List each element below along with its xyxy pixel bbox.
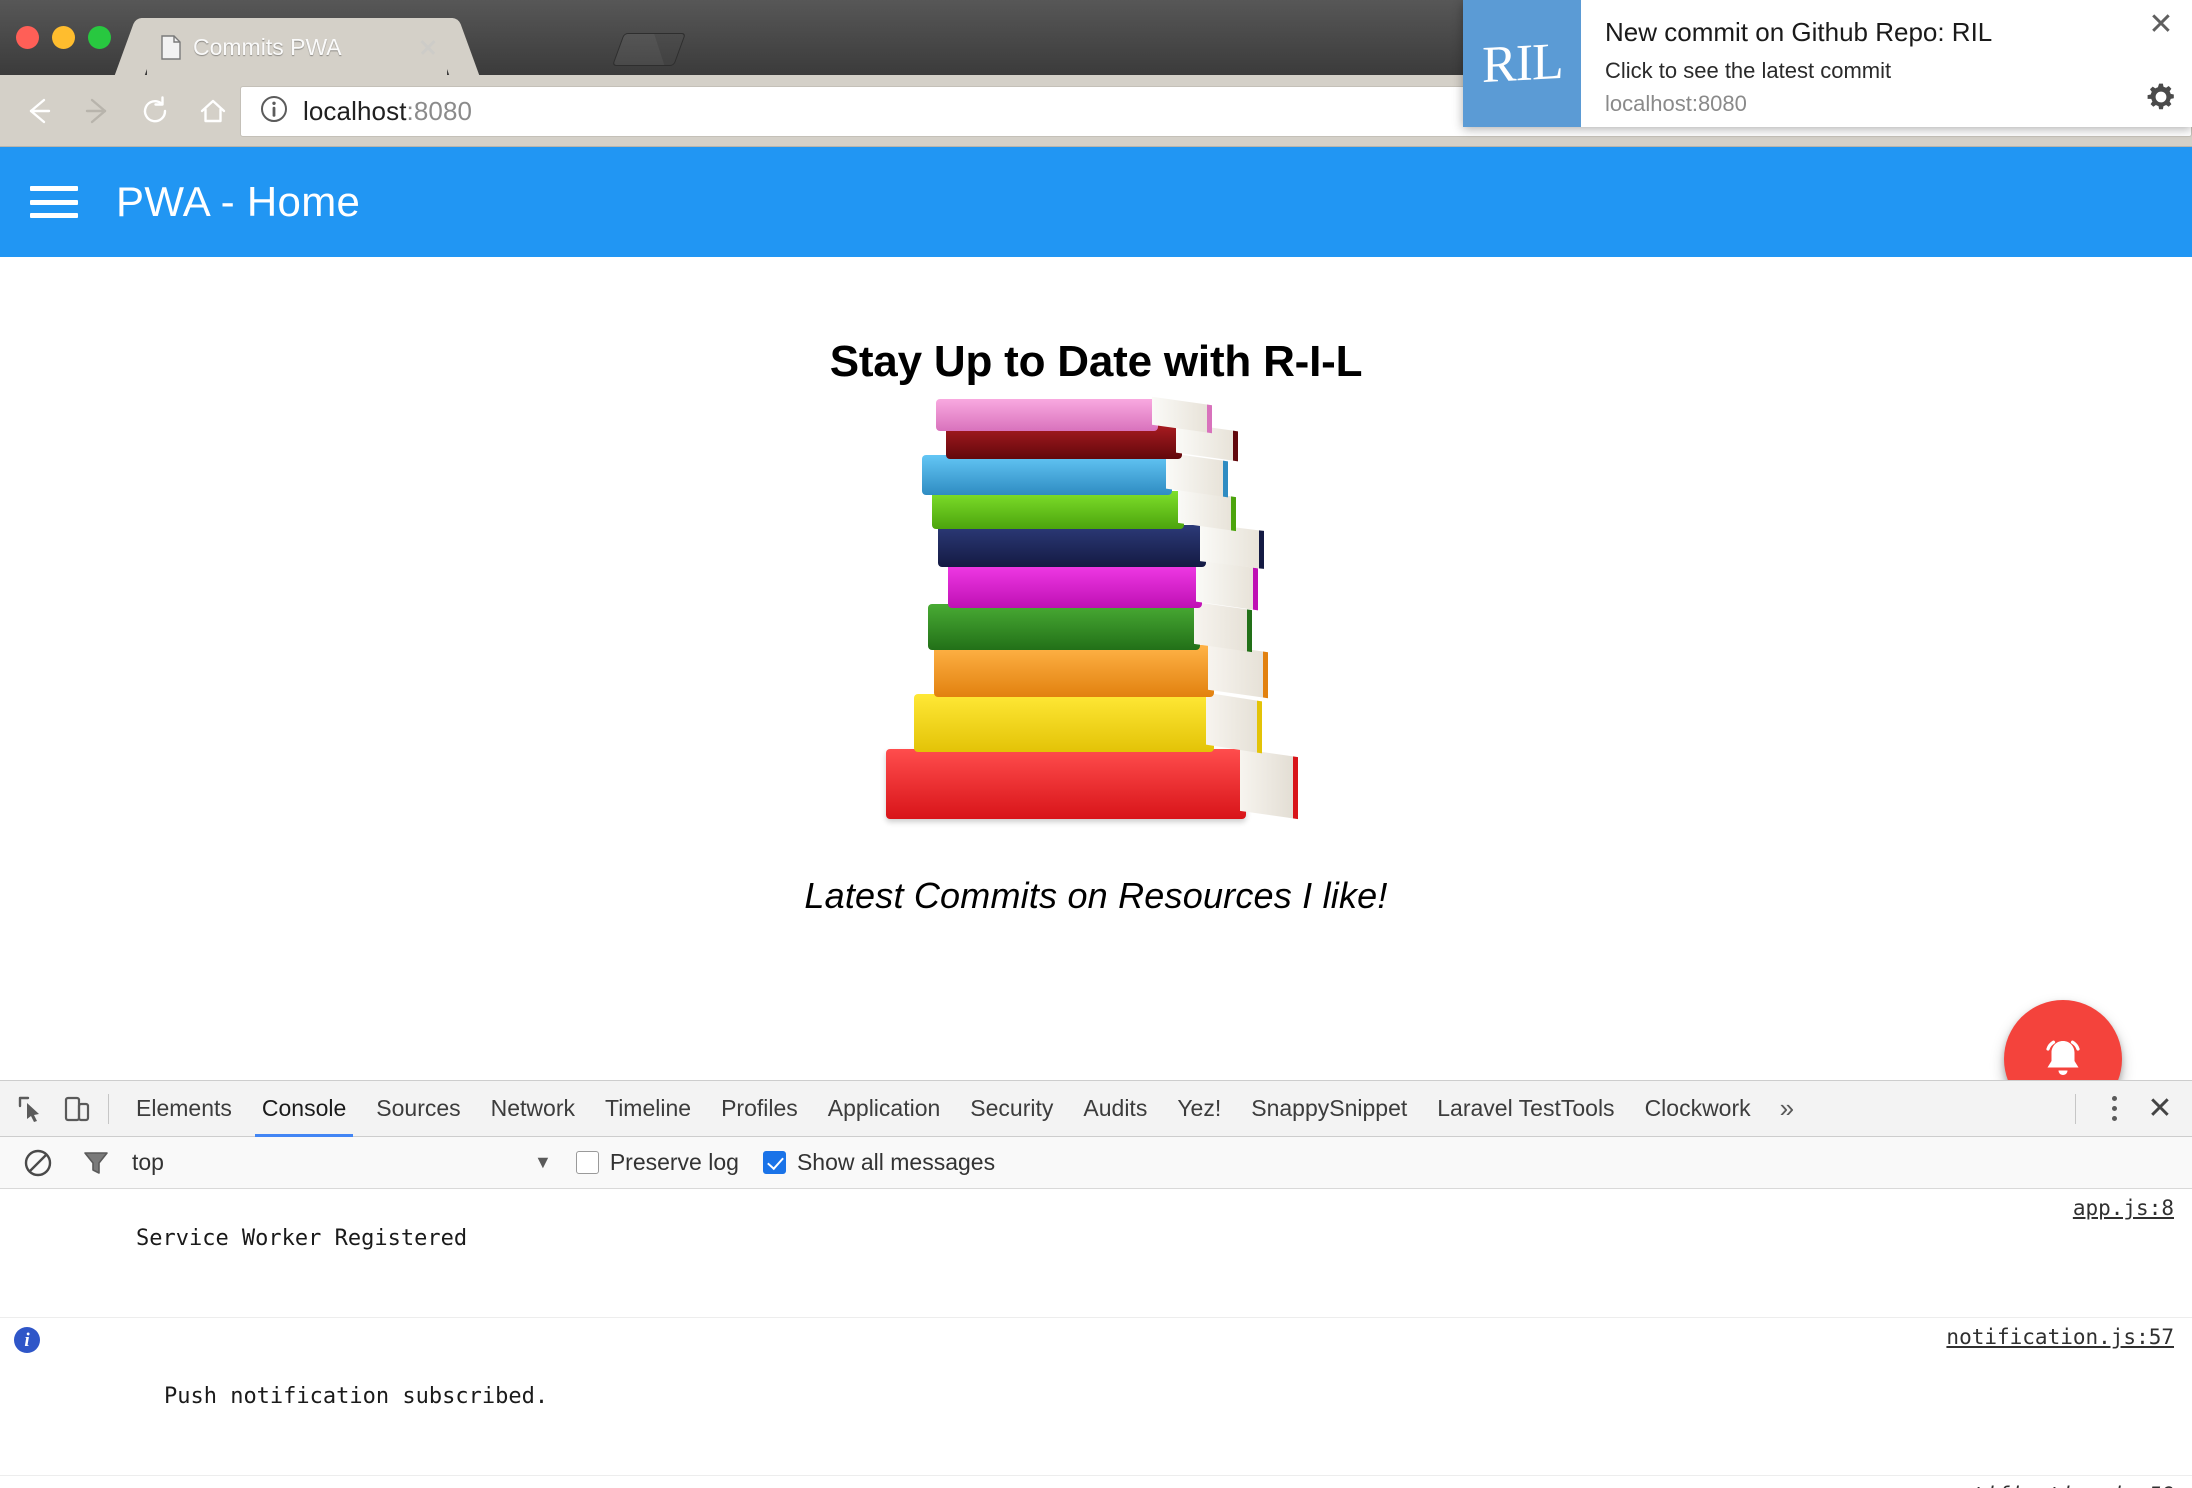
notification-app-icon: RIL [1463, 0, 1581, 127]
reload-icon[interactable] [126, 82, 184, 140]
book-yellow [914, 692, 1262, 754]
preserve-log-checkbox[interactable]: Preserve log [575, 1149, 739, 1176]
clear-console-icon[interactable] [16, 1141, 60, 1185]
page-viewport: PWA - Home Stay Up to Date with R-I-L La… [0, 147, 2192, 1080]
chevron-down-icon[interactable]: ▼ [534, 1152, 552, 1173]
console-context-selector[interactable]: top [132, 1149, 164, 1176]
console-row-push-subscribed: i Push notification subscribed. notifica… [0, 1318, 2192, 1477]
tab-application[interactable]: Application [813, 1081, 956, 1137]
book-lightblue [922, 452, 1228, 498]
hero-heading: Stay Up to Date with R-I-L [829, 337, 1363, 386]
notification-body: New commit on Github Repo: RIL Click to … [1581, 0, 2192, 127]
console-row-service-worker: Service Worker Registered app.js:8 [0, 1189, 2192, 1319]
system-notification-toast[interactable]: RIL New commit on Github Repo: RIL Click… [1463, 0, 2192, 127]
console-filter-bar: top ▼ Preserve log Show all messages [0, 1137, 2192, 1189]
filter-funnel-icon[interactable] [74, 1141, 118, 1185]
ril-logo-text: RIL [1481, 32, 1563, 95]
devtools-tabbar-actions: ✕ [2061, 1087, 2182, 1131]
devtools-tab-list: Elements Console Sources Network Timelin… [121, 1081, 1808, 1137]
book-lightgreen [932, 488, 1236, 532]
devtools-tabbar: Elements Console Sources Network Timelin… [0, 1081, 2192, 1137]
close-icon[interactable]: ✕ [2144, 8, 2178, 42]
console-row-push-subscription-object[interactable]: PushSubscription {endpoint: "https://and… [0, 1476, 2192, 1488]
tab-console[interactable]: Console [247, 1081, 361, 1137]
tab-elements[interactable]: Elements [121, 1081, 247, 1137]
tab-audits[interactable]: Audits [1068, 1081, 1162, 1137]
book-navy [938, 523, 1264, 569]
new-tab-icon[interactable] [611, 33, 687, 66]
tab-clockwork[interactable]: Clockwork [1630, 1081, 1766, 1137]
stack-of-books-image [0, 396, 2192, 859]
book-orange [934, 643, 1268, 699]
maximize-window-button[interactable] [88, 26, 111, 49]
actions-divider [2075, 1093, 2076, 1124]
notification-title: New commit on Github Repo: RIL [1605, 17, 1993, 47]
close-window-button[interactable] [16, 26, 39, 49]
more-tabs-button[interactable]: » [1766, 1093, 1808, 1124]
app-header: PWA - Home [0, 147, 2192, 257]
info-badge-icon: i [14, 1327, 40, 1354]
devtools-panel: Elements Console Sources Network Timelin… [0, 1080, 2192, 1488]
screen-root: Commits PWA localhost:8080 PWA - Home St… [0, 0, 2192, 1488]
preserve-log-box [575, 1151, 599, 1174]
minimize-window-button[interactable] [52, 26, 75, 49]
preserve-log-label: Preserve log [609, 1149, 739, 1175]
tab-timeline[interactable]: Timeline [590, 1081, 706, 1137]
hero-subtitle: Latest Commits on Resources I like! [804, 875, 1388, 916]
close-icon[interactable] [415, 34, 441, 60]
notification-fab-button[interactable] [2004, 1000, 2122, 1080]
notification-origin: localhost:8080 [1605, 91, 1747, 116]
more-options-icon[interactable] [2094, 1089, 2134, 1129]
home-icon[interactable] [184, 82, 242, 140]
tab-sources[interactable]: Sources [361, 1081, 475, 1137]
tab-network[interactable]: Network [476, 1081, 590, 1137]
book-green [928, 601, 1252, 653]
console-source-link[interactable]: notification.js:58 [1946, 1482, 2174, 1488]
tab-laravel-testtools[interactable]: Laravel TestTools [1422, 1081, 1629, 1137]
page-icon [161, 34, 181, 60]
console-output[interactable]: Service Worker Registered app.js:8 i Pus… [0, 1189, 2192, 1488]
close-devtools-icon[interactable]: ✕ [2138, 1087, 2182, 1131]
console-row-text: Service Worker Registered [135, 1226, 468, 1252]
book-magenta [948, 559, 1258, 611]
tab-yez[interactable]: Yez! [1162, 1081, 1236, 1137]
inspect-element-icon[interactable] [8, 1086, 54, 1132]
tab-security[interactable]: Security [955, 1081, 1068, 1137]
tab-snappysnippet[interactable]: SnappySnippet [1236, 1081, 1422, 1137]
toolbar-divider [108, 1093, 109, 1124]
gear-icon[interactable] [2146, 82, 2176, 117]
back-arrow-icon[interactable] [10, 82, 68, 140]
book-red [886, 748, 1298, 820]
show-all-messages-label: Show all messages [796, 1149, 996, 1175]
show-all-messages-checkbox[interactable]: Show all messages [762, 1149, 996, 1176]
notification-message: Click to see the latest commit [1605, 57, 1892, 83]
browser-tab[interactable]: Commits PWA [147, 18, 447, 76]
address-bar-text: localhost:8080 [303, 96, 473, 126]
window-controls [16, 26, 111, 49]
console-source-link[interactable]: app.js:8 [2073, 1195, 2174, 1223]
console-source-link[interactable]: notification.js:57 [1946, 1324, 2174, 1352]
info-circle-icon[interactable] [259, 94, 289, 129]
show-all-messages-box [762, 1151, 786, 1174]
device-toolbar-icon[interactable] [54, 1086, 100, 1132]
navigation-buttons [10, 75, 242, 147]
page-title: PWA - Home [116, 178, 361, 225]
book-pink [936, 396, 1212, 434]
tab-profiles[interactable]: Profiles [706, 1081, 813, 1137]
forward-arrow-icon [68, 82, 126, 140]
browser-tab-title: Commits PWA [193, 33, 342, 60]
console-row-text: Push notification subscribed. [163, 1384, 549, 1410]
hero-section: Stay Up to Date with R-I-L Latest Commit… [0, 337, 2192, 1080]
bell-ring-icon [2046, 1040, 2080, 1075]
hamburger-menu-icon[interactable] [30, 184, 78, 220]
